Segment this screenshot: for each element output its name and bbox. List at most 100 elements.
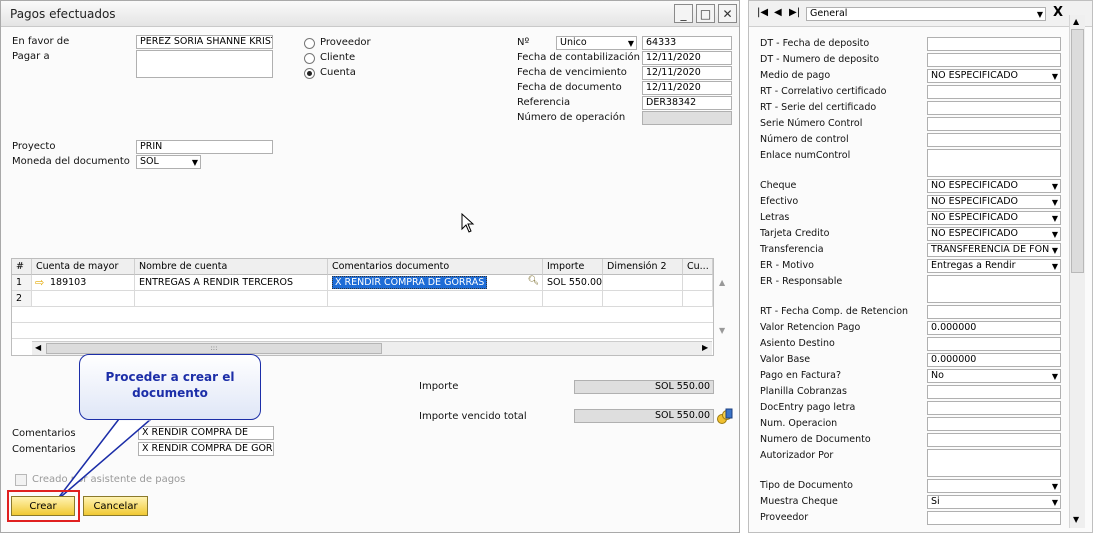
scroll-right-icon[interactable]: ▶ [702, 343, 708, 352]
col-header-cuenta[interactable]: Cuenta de mayor [32, 259, 135, 275]
table-cell-comentarios[interactable]: X RENDIR COMPRA DE GORRAS 🔍︎ [328, 275, 543, 291]
udf-field[interactable] [927, 511, 1061, 525]
table-cell-cuenta[interactable] [32, 291, 135, 307]
radio-proveedor[interactable] [304, 38, 315, 49]
chevron-down-icon: ▼ [1051, 498, 1058, 507]
table-cell-cuenta[interactable]: ⇨ 189103 [32, 275, 135, 291]
udf-field[interactable] [927, 37, 1061, 51]
udf-field[interactable]: 0.000000 [927, 321, 1061, 335]
fecha-doc-label: Fecha de documento [517, 82, 622, 93]
scroll-left-icon[interactable]: ◀ [35, 343, 41, 352]
col-header-comentarios[interactable]: Comentarios documento [328, 259, 543, 275]
udf-category-select[interactable]: General ▼ [806, 7, 1046, 21]
udf-select[interactable]: NO ESPECIFICADO ▼ [927, 69, 1061, 83]
udf-field[interactable] [927, 133, 1061, 147]
udf-field[interactable] [927, 385, 1061, 399]
udf-select[interactable]: NO ESPECIFICADO ▼ [927, 227, 1061, 241]
table-cell-importe[interactable] [543, 291, 603, 307]
udf-field[interactable] [927, 337, 1061, 351]
radio-cliente[interactable] [304, 53, 315, 64]
fecha-venc-label: Fecha de vencimiento [517, 67, 627, 78]
scroll-up-icon[interactable]: ▲ [719, 278, 725, 287]
asistente-checkbox[interactable] [15, 474, 27, 486]
scroll-down-icon[interactable]: ▼ [1073, 515, 1079, 524]
udf-select[interactable]: ▼ [927, 479, 1061, 493]
moneda-select[interactable]: SOL ▼ [136, 155, 201, 169]
udf-select[interactable]: NO ESPECIFICADO ▼ [927, 179, 1061, 193]
col-header-cu[interactable]: Cu... [683, 259, 713, 275]
udf-field[interactable] [927, 305, 1061, 319]
radio-cuenta[interactable] [304, 68, 315, 79]
col-header-dimension2[interactable]: Dimensión 2 [603, 259, 683, 275]
chevron-down-icon: ▼ [627, 39, 634, 48]
maximize-button[interactable]: □ [696, 4, 715, 23]
title-bar: Pagos efectuados _ □ ✕ [1, 1, 739, 27]
moneda-label: Moneda del documento [12, 156, 130, 167]
udf-field[interactable] [927, 275, 1061, 303]
fecha-doc-field[interactable]: 12/11/2020 [642, 81, 732, 95]
udf-vscroll[interactable]: ▲ ▼ [1069, 15, 1085, 528]
scroll-thumb[interactable] [1071, 29, 1084, 273]
minimize-button[interactable]: _ [674, 4, 693, 23]
udf-field[interactable] [927, 85, 1061, 99]
close-button[interactable]: ✕ [718, 4, 737, 23]
table-cell-nombre[interactable]: ENTREGAS A RENDIR TERCEROS [135, 275, 328, 291]
udf-select[interactable]: NO ESPECIFICADO ▼ [927, 211, 1061, 225]
col-header-importe[interactable]: Importe [543, 259, 603, 275]
udf-field[interactable] [927, 433, 1061, 447]
fecha-venc-field[interactable]: 12/11/2020 [642, 66, 732, 80]
udf-select[interactable]: No ▼ [927, 369, 1061, 383]
chevron-down-icon: ▼ [1051, 198, 1058, 207]
prev-record-icon[interactable]: ◀ [774, 7, 782, 18]
grid-hscroll[interactable]: ◀ ::: ▶ [32, 341, 712, 355]
mouse-cursor-icon [461, 213, 475, 233]
table-cell-dim2[interactable] [603, 275, 683, 291]
udf-value: NO ESPECIFICADO [931, 180, 1018, 191]
doc-number-field[interactable]: 64333 [642, 36, 732, 50]
table-cell-dim2[interactable] [603, 291, 683, 307]
udf-value: NO ESPECIFICADO [931, 70, 1018, 81]
udf-field[interactable] [927, 449, 1061, 477]
udf-field[interactable] [927, 117, 1061, 131]
udf-field[interactable] [927, 417, 1061, 431]
udf-field[interactable] [927, 149, 1061, 177]
udf-label: DocEntry pago letra [760, 402, 856, 413]
search-icon[interactable]: 🔍︎ [528, 276, 539, 286]
udf-field[interactable] [927, 53, 1061, 67]
table-cell-cu[interactable] [683, 291, 713, 307]
table-cell-cu[interactable] [683, 275, 713, 291]
udf-select[interactable]: TRANSFERENCIA DE FON ▼ [927, 243, 1061, 257]
next-record-icon[interactable]: ▶| [789, 7, 800, 18]
udf-select[interactable]: Si ▼ [927, 495, 1061, 509]
series-select[interactable]: Unico ▼ [556, 36, 637, 50]
col-header-nombre[interactable]: Nombre de cuenta [135, 259, 328, 275]
table-cell-comentarios[interactable] [328, 291, 543, 307]
udf-select[interactable]: NO ESPECIFICADO ▼ [927, 195, 1061, 209]
scroll-up-icon[interactable]: ▲ [1073, 17, 1079, 26]
udf-field[interactable]: 0.000000 [927, 353, 1061, 367]
table-cell-importe[interactable]: SOL 550.00 [543, 275, 603, 291]
referencia-field[interactable]: DER38342 [642, 96, 732, 110]
udf-toolbar: |◀ ◀ ▶| General ▼ X [749, 1, 1092, 27]
udf-field[interactable] [927, 101, 1061, 115]
scroll-thumb[interactable]: ::: [46, 343, 382, 354]
table-cell-nombre[interactable] [135, 291, 328, 307]
link-arrow-icon[interactable]: ⇨ [35, 276, 44, 289]
proyecto-field[interactable]: PRIN [136, 140, 273, 154]
close-icon[interactable]: X [1053, 5, 1063, 20]
first-record-icon[interactable]: |◀ [757, 7, 768, 18]
pagar-a-field[interactable] [136, 50, 273, 78]
en-favor-de-field[interactable]: PEREZ SORIA SHANNE KRIST [136, 35, 273, 49]
udf-label: ER - Motivo [760, 260, 814, 271]
scroll-down-icon[interactable]: ▼ [719, 326, 725, 335]
cancelar-button[interactable]: Cancelar [83, 496, 148, 516]
crear-button[interactable]: Crear [11, 496, 75, 516]
num-operacion-field[interactable] [642, 111, 732, 125]
payment-means-icon[interactable] [716, 407, 734, 425]
udf-label: RT - Serie del certificado [760, 102, 877, 113]
udf-field[interactable] [927, 401, 1061, 415]
udf-label: Proveedor [760, 512, 809, 523]
no-label: Nº [517, 37, 530, 48]
fecha-contab-field[interactable]: 12/11/2020 [642, 51, 732, 65]
udf-select[interactable]: Entregas a Rendir ▼ [927, 259, 1061, 273]
